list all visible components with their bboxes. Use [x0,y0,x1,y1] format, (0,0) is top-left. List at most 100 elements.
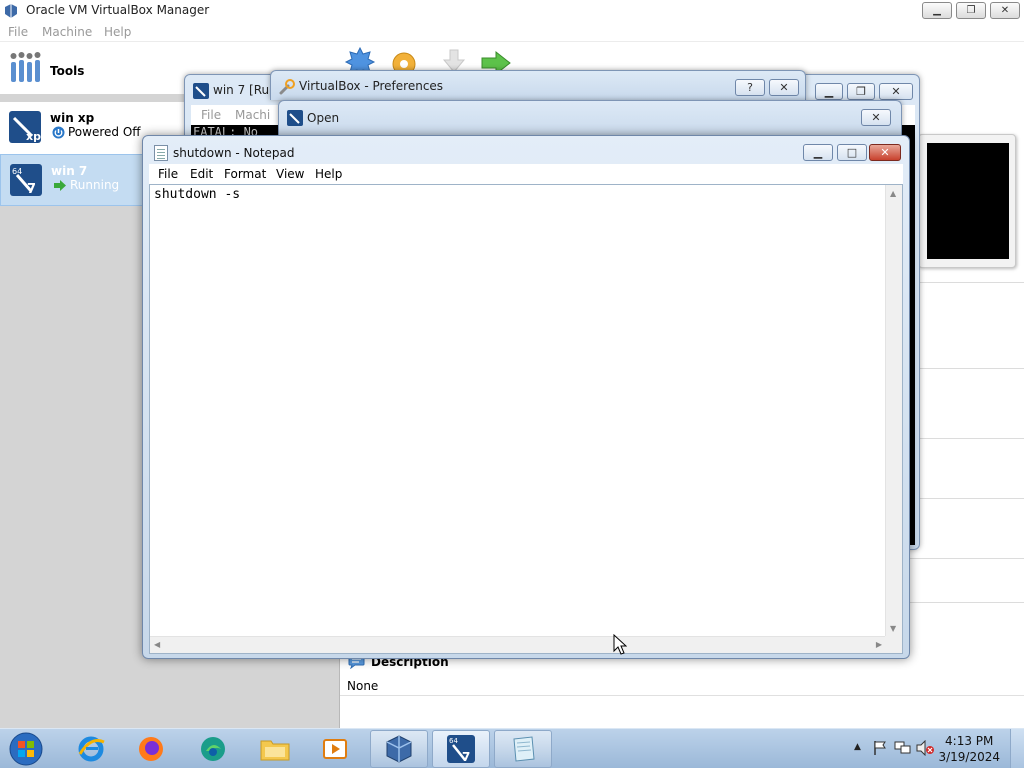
divider [910,438,1024,439]
close-icon: ✕ [1000,5,1010,16]
open-dialog-vm-icon [287,110,303,126]
power-off-icon [52,126,65,138]
win7-os-icon: 64 7 [10,164,42,197]
taskbar-media-player[interactable] [306,730,364,768]
show-desktop-button[interactable] [1010,729,1024,768]
preferences-dialog[interactable]: VirtualBox - Preferences ? ✕ [270,70,806,100]
vm-minimize-button[interactable]: ▁ [815,83,843,100]
vertical-scrollbar[interactable]: ▲ ▼ [885,185,902,637]
taskbar-edge[interactable] [184,730,242,768]
edge-icon [201,737,225,761]
menu-file[interactable]: File [8,25,28,39]
manager-title: Oracle VM VirtualBox Manager [26,3,210,17]
notepad-menu-view[interactable]: View [276,167,304,181]
tools-label: Tools [50,64,85,78]
minimize-icon: ▁ [933,5,941,16]
vm-close-button[interactable]: ✕ [879,83,913,100]
horizontal-scrollbar[interactable]: ◀ ▶ [150,636,886,653]
open-dialog-close-button[interactable]: ✕ [861,109,891,126]
taskbar-internet-explorer[interactable] [62,730,120,768]
taskbar-notepad[interactable] [494,730,552,768]
tools-icon [10,52,41,82]
taskbar: 64 7 ▲ 4:13 PM 3/19/2024 [0,728,1024,768]
winxp-os-icon: xp [9,111,41,143]
taskbar-firefox[interactable] [122,730,180,768]
menu-machine[interactable]: Machine [42,25,92,39]
notepad-menu-format[interactable]: Format [224,167,266,181]
notepad-menu-help[interactable]: Help [315,167,342,181]
virtualbox-taskbar-icon [386,735,412,763]
scroll-up-icon[interactable]: ▲ [890,189,896,198]
notepad-close-button[interactable]: ✕ [869,144,901,161]
restore-icon: ❐ [966,5,976,16]
notepad-minimize-button[interactable]: ▁ [803,144,833,161]
divider [910,282,1024,283]
clock[interactable]: 4:13 PM 3/19/2024 [938,733,1000,765]
open-dialog[interactable]: Open ✕ [278,100,902,140]
volume-muted-icon[interactable] [916,740,934,756]
svg-text:7: 7 [27,182,36,197]
system-tray: ▲ 4:13 PM 3/19/2024 [834,729,1024,768]
internet-explorer-icon [78,736,105,762]
resize-grip[interactable] [885,636,902,653]
svg-text:7: 7 [462,750,470,764]
preferences-close-button[interactable]: ✕ [769,79,799,96]
divider [910,368,1024,369]
svg-text:64: 64 [12,167,22,176]
taskbar-win7-vm[interactable]: 64 7 [432,730,490,768]
svg-text:64: 64 [449,737,458,745]
close-button[interactable]: ✕ [990,2,1020,19]
vm-restore-button[interactable]: ❐ [847,83,875,100]
notepad-text-area[interactable]: shutdown -s ▲ ▼ ◀ ▶ [149,184,903,654]
wrench-icon [279,79,295,95]
media-player-icon [323,739,347,759]
svg-text:xp: xp [26,130,41,143]
help-button[interactable]: ? [735,79,765,96]
show-hidden-icons-icon[interactable]: ▲ [854,742,861,752]
vm-window-title: win 7 [Run [213,83,277,97]
vm-name: win xp [50,111,95,125]
action-center-flag-icon[interactable] [872,740,888,756]
open-dialog-title: Open [307,111,340,125]
firefox-icon [139,737,163,761]
scroll-down-icon[interactable]: ▼ [890,624,896,633]
menu-help[interactable]: Help [104,25,131,39]
notepad-menu-edit[interactable]: Edit [190,167,213,181]
vm-preview [918,134,1016,268]
virtualbox-icon [5,4,17,18]
notepad-menubar: File Edit Format View Help [149,164,903,184]
scroll-left-icon[interactable]: ◀ [154,640,160,649]
notepad-maximize-button[interactable]: □ [837,144,867,161]
notepad-content: shutdown -s [154,187,241,202]
notepad-icon [154,145,168,161]
running-arrow-icon [54,179,66,191]
vm-preview-screen [927,143,1009,259]
vm-name: win 7 [51,164,88,178]
clock-time: 4:13 PM [945,734,994,748]
win7-vm-icon [193,83,209,99]
manager-menubar: File Machine Help [0,22,1024,42]
start-orb-icon[interactable] [6,731,46,767]
manager-titlebar: Oracle VM VirtualBox Manager ▁ ❐ ✕ [0,0,1024,22]
divider [910,498,1024,499]
divider [910,558,1024,559]
vm-state: Running [70,178,120,192]
vm-menu-machine[interactable]: Machi [235,108,270,122]
preferences-title: VirtualBox - Preferences [299,79,444,93]
restore-button[interactable]: ❐ [956,2,986,19]
taskbar-file-explorer[interactable] [246,730,304,768]
notepad-taskbar-icon [513,736,535,762]
divider [340,695,1024,696]
taskbar-virtualbox[interactable] [370,730,428,768]
notepad-window[interactable]: shutdown - Notepad ▁ □ ✕ File Edit Forma… [142,135,910,659]
win7-vm-taskbar-icon: 64 7 [447,735,475,764]
scroll-right-icon[interactable]: ▶ [876,640,882,649]
folder-icon [260,740,290,761]
network-icon[interactable] [894,740,912,756]
notepad-menu-file[interactable]: File [158,167,178,181]
vm-state: Powered Off [68,125,141,139]
minimize-button[interactable]: ▁ [922,2,952,19]
mouse-pointer-icon [613,634,627,655]
description-value: None [347,679,379,693]
vm-menu-file[interactable]: File [201,108,221,122]
